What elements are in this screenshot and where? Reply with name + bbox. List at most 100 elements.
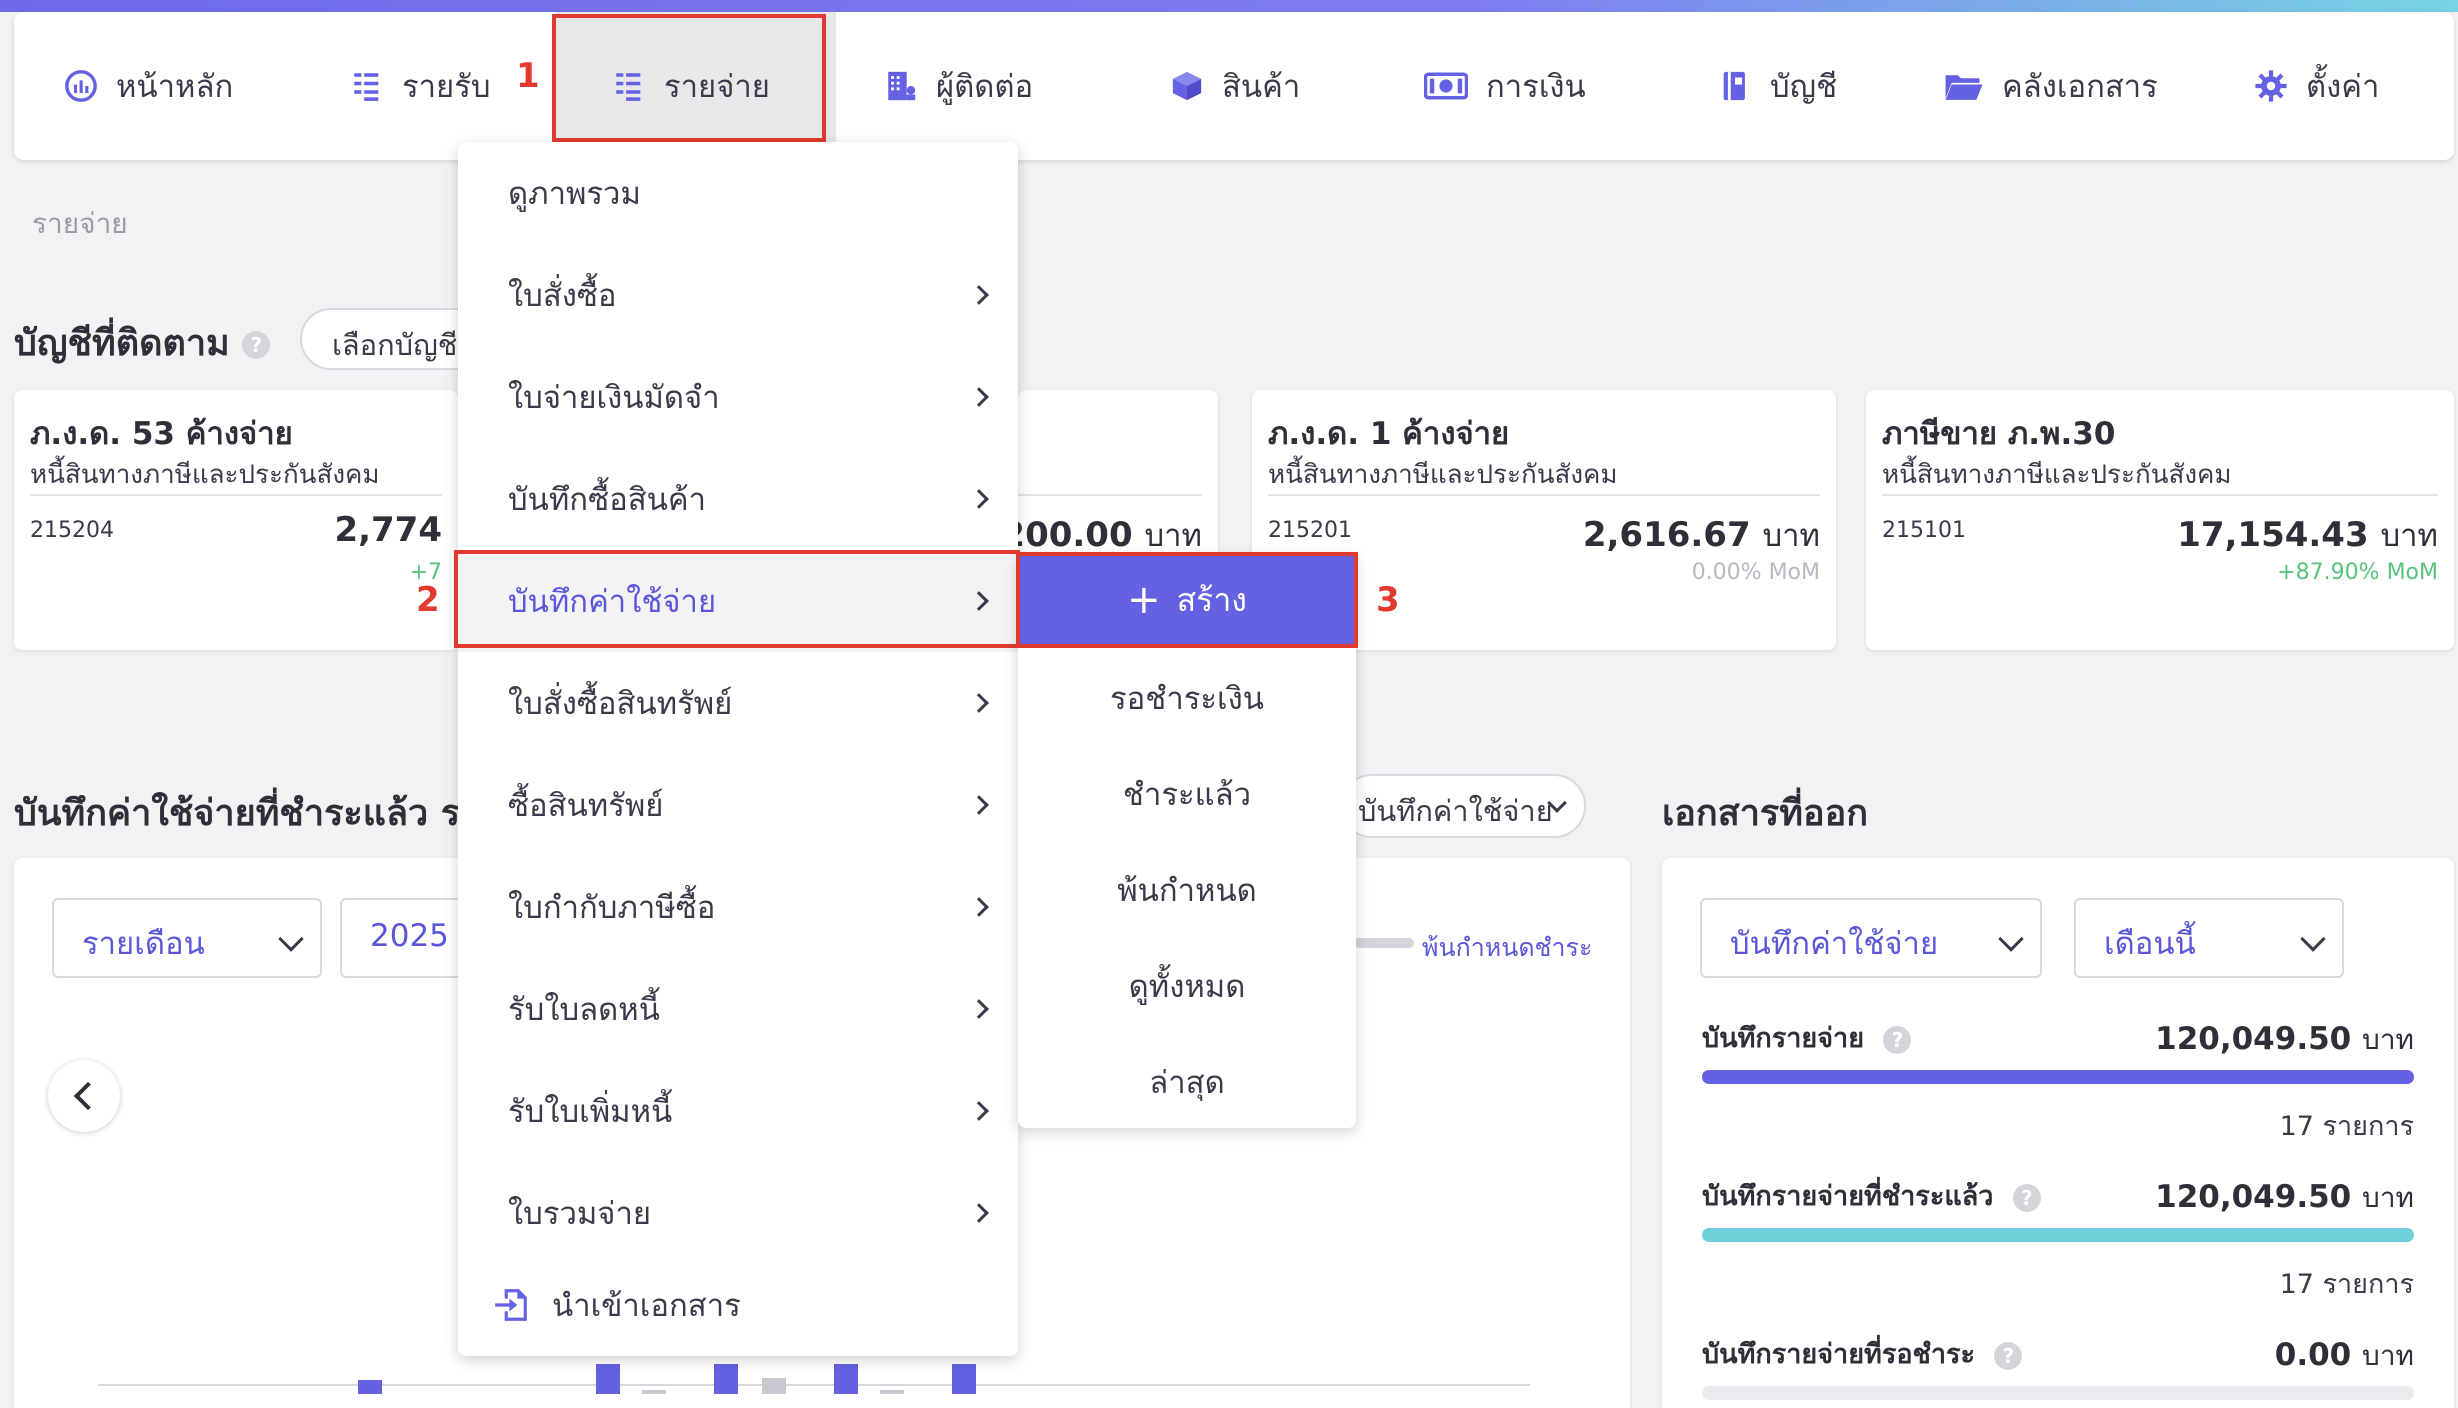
chevron-down-icon [278,926,304,952]
income-list-icon [350,69,384,103]
year-select-value: 2025 [370,918,449,954]
currency-unit: บาท [2380,518,2438,554]
account-card-subtitle: หนี้สินทางภาษีและประกันสังคม [30,460,380,490]
annotation-box-step-1 [552,14,826,142]
currency-unit: บาท [2362,1339,2414,1372]
menu-item-deposit-payment[interactable]: ใบจ่ายเงินมัดจำ [458,346,1018,448]
expense-filter-select[interactable]: บันทึกค่าใช้จ่าย [1340,774,1586,838]
paid-expense-section-title: บันทึกค่าใช้จ่ายที่ชำระแล้ว รอชำ [14,793,527,834]
watched-accounts-title: บัญชีที่ติดตาม ? [14,314,271,371]
period-select[interactable]: รายเดือน [52,898,322,978]
account-card-vat[interactable]: ภาษีขาย ภ.พ.30 หนี้สินทางภาษีและประกันสั… [1866,390,2454,650]
chevron-right-icon [969,1203,989,1223]
gear-icon [2254,69,2288,103]
account-card-subtitle: หนี้สินทางภาษีและประกันสังคม [1882,460,2232,490]
currency-unit: บาท [2362,1023,2414,1056]
chart-bar[interactable] [714,1364,738,1394]
help-icon[interactable]: ? [1994,1341,2023,1370]
annotation-step-3: 3 [1376,580,1400,620]
divider [30,494,442,496]
chevron-right-icon [969,795,989,815]
menu-item-label: ดูภาพรวม [508,176,641,212]
chart-bar[interactable] [834,1364,858,1394]
nav-finance-label: การเงิน [1486,69,1586,105]
stat-label-text: บันทึกรายจ่ายที่รอชำระ [1702,1339,1976,1370]
document-type-select[interactable]: บันทึกค่าใช้จ่าย [1700,898,2042,978]
menu-item-label: รับใบเพิ่มหนี้ [508,1094,673,1130]
annotation-step-2: 2 [416,580,440,620]
chevron-right-icon [969,489,989,509]
product-box-icon [1170,69,1204,103]
stat-count: 17 รายการ [2279,1111,2414,1142]
chart-bar[interactable] [358,1380,382,1394]
month-select-value: เดือนนี้ [2104,926,2196,962]
menu-item-purchase-record[interactable]: บันทึกซื้อสินค้า [458,448,1018,550]
stat-value: 120,049.50 บาท [2155,1176,2414,1220]
account-card-pnd53[interactable]: ภ.ง.ด. 53 ค้างจ่าย หนี้สินทางภาษีและประก… [14,390,458,650]
chart-bar[interactable] [762,1378,786,1394]
help-icon[interactable]: ? [242,331,271,359]
nav-income[interactable]: รายรับ [350,12,491,160]
account-card-amount-value: 200.00 [1018,515,1133,555]
menu-item-import-documents[interactable]: นำเข้าเอกสาร [458,1254,1018,1356]
nav-contacts[interactable]: ผู้ติดต่อ [884,12,1033,160]
stat-value-number: 120,049.50 [2155,1179,2352,1215]
chart-bar[interactable] [952,1364,976,1394]
account-card-code: 215101 [1882,518,1966,543]
dashboard-gauge-icon [64,69,98,103]
ledger-book-icon [1718,69,1752,103]
nav-documents-label: คลังเอกสาร [2002,69,2158,105]
nav-home-label: หน้าหลัก [116,69,234,105]
help-icon[interactable]: ? [1883,1025,1912,1054]
submenu-item-overdue[interactable]: พ้นกำหนด [1018,842,1356,938]
account-card-subtitle: หนี้สินทางภาษีและประกันสังคม [1268,460,1618,490]
nav-settings[interactable]: ตั้งค่า [2254,12,2379,160]
chart-bar[interactable] [880,1390,904,1394]
chart-prev-button[interactable] [48,1060,120,1132]
legend-overdue-label[interactable]: พ้นกำหนดชำระ [1422,928,1592,968]
menu-item-overview[interactable]: ดูภาพรวม [458,142,1018,244]
menu-item-label: ใบรวมจ่าย [508,1196,652,1232]
import-file-icon [492,1286,530,1324]
stat-label: บันทึกรายจ่ายที่รอชำระ ? [1702,1332,2023,1375]
menu-item-combined-payment[interactable]: ใบรวมจ่าย [458,1162,1018,1264]
divider [1268,494,1820,496]
menu-item-buy-asset[interactable]: ซื้อสินทรัพย์ [458,754,1018,856]
submenu-item-awaiting-payment[interactable]: รอชำระเงิน [1018,650,1356,746]
stat-label: บันทึกรายจ่าย ? [1702,1016,1912,1059]
stat-label-text: บันทึกรายจ่าย [1702,1023,1865,1054]
stat-progress-bar [1702,1228,2414,1242]
stat-progress-fill [1702,1228,2414,1242]
menu-item-label: ซื้อสินทรัพย์ [508,788,664,824]
nav-finance[interactable]: การเงิน [1424,12,1586,160]
nav-home[interactable]: หน้าหลัก [64,12,233,160]
nav-documents[interactable]: คลังเอกสาร [1944,12,2158,160]
submenu-item-view-all[interactable]: ดูทั้งหมด [1018,938,1356,1034]
menu-item-label: นำเข้าเอกสาร [552,1288,741,1324]
menu-item-purchase-order[interactable]: ใบสั่งซื้อ [458,244,1018,346]
account-card-code: 215204 [30,518,114,543]
menu-item-purchase-tax-invoice[interactable]: ใบกำกับภาษีซื้อ [458,856,1018,958]
folder-icon [1944,69,1984,103]
submenu-item-latest[interactable]: ล่าสุด [1018,1034,1356,1130]
menu-item-receive-debit-note[interactable]: รับใบเพิ่มหนี้ [458,1060,1018,1162]
nav-products[interactable]: สินค้า [1170,12,1300,160]
submenu-item-paid[interactable]: ชำระแล้ว [1018,746,1356,842]
divider [1882,494,2438,496]
help-icon[interactable]: ? [2012,1183,2041,1212]
chart-bar[interactable] [596,1364,620,1394]
chevron-right-icon [969,285,989,305]
chart-bar[interactable] [642,1390,666,1394]
menu-item-receive-credit-note[interactable]: รับใบลดหนี้ [458,958,1018,1060]
nav-settings-label: ตั้งค่า [2306,69,2380,105]
expense-filter-value: บันทึกค่าใช้จ่าย [1358,794,1553,828]
account-card-mom: +87.90% MoM [2277,560,2438,585]
chart-baseline [98,1384,1530,1386]
nav-accounting[interactable]: บัญชี [1718,12,1837,160]
month-select[interactable]: เดือนนี้ [2074,898,2344,978]
nav-products-label: สินค้า [1222,69,1301,105]
currency-unit: บาท [1762,518,1820,554]
annotation-box-step-3 [1016,552,1358,648]
menu-item-label: บันทึกซื้อสินค้า [508,482,706,518]
menu-item-asset-purchase-order[interactable]: ใบสั่งซื้อสินทรัพย์ [458,652,1018,754]
